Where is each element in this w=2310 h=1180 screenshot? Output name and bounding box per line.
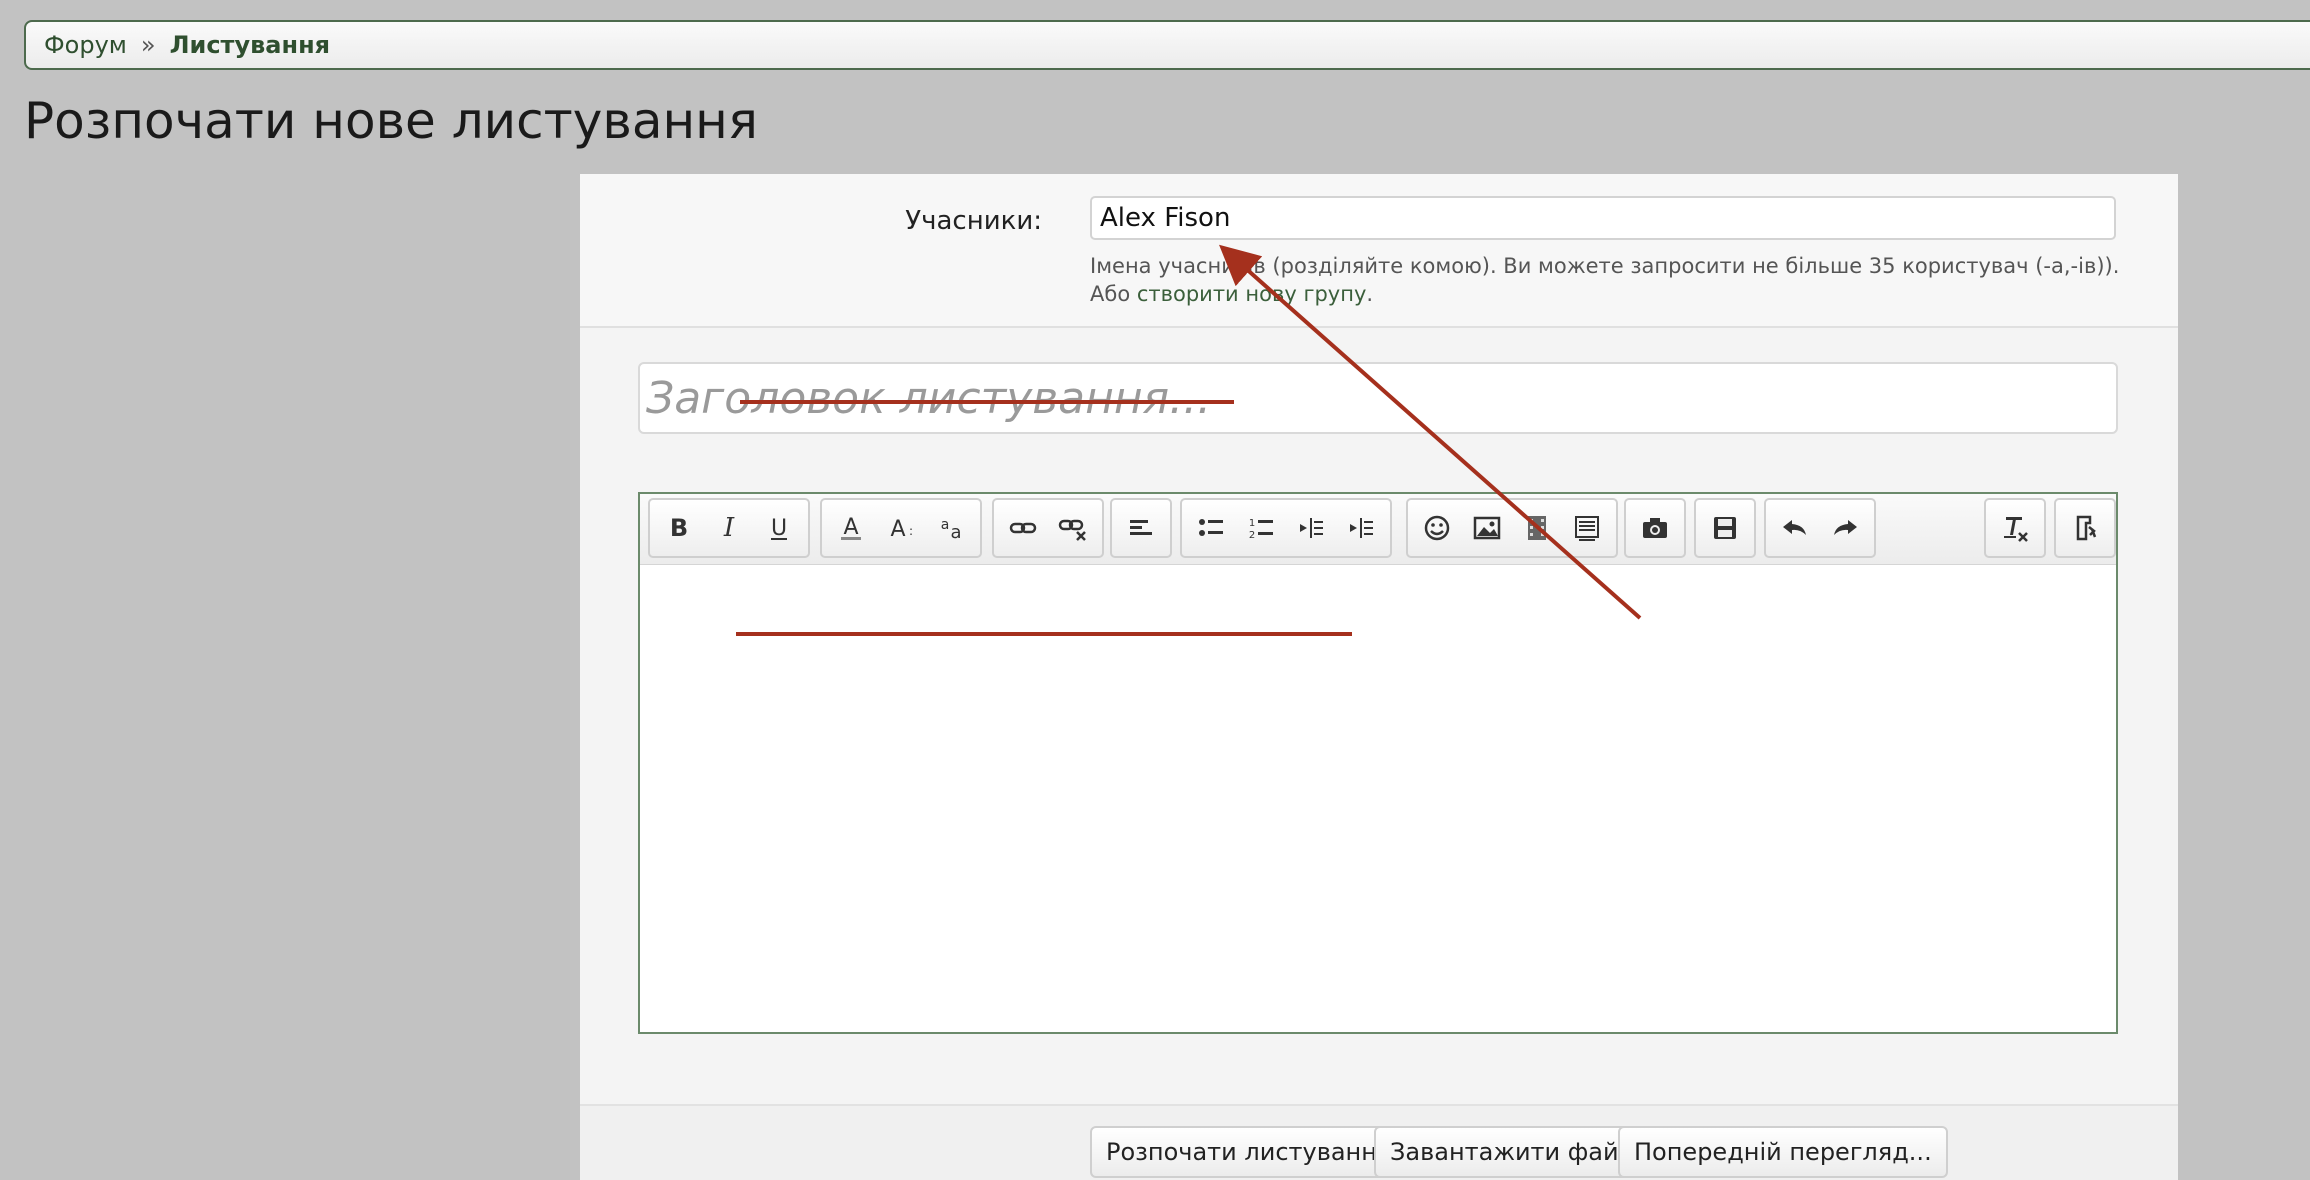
participants-row: Учасники: Імена учасників (розділяйте ко…: [580, 174, 2178, 328]
message-editor: B I U A A: aa 12: [638, 492, 2118, 1034]
indent-icon[interactable]: [1336, 503, 1386, 553]
conversation-form: Учасники: Імена учасників (розділяйте ко…: [580, 174, 2178, 1180]
svg-text:A: A: [890, 517, 905, 542]
svg-text:a: a: [941, 517, 950, 533]
toolbar-group-source: [2054, 498, 2116, 558]
svg-text:2: 2: [1249, 530, 1255, 541]
toolbar-group-history: [1764, 498, 1876, 558]
smiley-icon[interactable]: [1412, 503, 1462, 553]
svg-text:I: I: [723, 513, 735, 543]
page-title: Розпочати нове листування: [24, 92, 758, 150]
toolbar-group-link: [992, 498, 1104, 558]
message-content-area[interactable]: [640, 565, 2116, 1032]
quote-icon[interactable]: [1562, 503, 1612, 553]
toggle-bbcode-icon[interactable]: [2060, 503, 2110, 553]
outdent-icon[interactable]: [1286, 503, 1336, 553]
italic-icon[interactable]: I: [704, 503, 754, 553]
text-color-icon[interactable]: A: [826, 503, 876, 553]
svg-text:B: B: [670, 514, 688, 542]
form-actions: Розпочати листування Завантажити файл По…: [580, 1104, 2178, 1180]
participants-label: Учасники:: [905, 206, 1042, 236]
toolbar-group-font: A A: aa: [820, 498, 982, 558]
toolbar-group-insert: [1406, 498, 1618, 558]
svg-text::: :: [909, 524, 913, 538]
font-size-icon[interactable]: A:: [876, 503, 926, 553]
font-family-icon[interactable]: aa: [926, 503, 976, 553]
preview-button[interactable]: Попередній перегляд...: [1618, 1126, 1948, 1178]
breadcrumb-current[interactable]: Листування: [170, 31, 331, 59]
breadcrumb-forum-link[interactable]: Форум: [44, 31, 127, 59]
toolbar-group-list: 12: [1180, 498, 1392, 558]
participants-hint-end: .: [1366, 282, 1374, 306]
create-group-link[interactable]: створити нову групу: [1137, 282, 1367, 306]
unlink-icon[interactable]: [1048, 503, 1098, 553]
image-icon[interactable]: [1462, 503, 1512, 553]
conversation-title-input[interactable]: [638, 362, 2118, 434]
undo-icon[interactable]: [1770, 503, 1820, 553]
svg-text:1: 1: [1249, 518, 1255, 529]
bold-icon[interactable]: B: [654, 503, 704, 553]
svg-text:U: U: [771, 516, 787, 541]
svg-text:a: a: [950, 522, 961, 543]
bullet-list-icon[interactable]: [1186, 503, 1236, 553]
toolbar-group-basic: B I U: [648, 498, 810, 558]
numbered-list-icon[interactable]: 12: [1236, 503, 1286, 553]
editor-toolbar: B I U A A: aa 12: [640, 494, 2116, 565]
breadcrumb: Форум » Листування: [24, 20, 2310, 70]
svg-text:A: A: [843, 515, 858, 540]
start-conversation-button[interactable]: Розпочати листування: [1090, 1126, 1408, 1178]
toolbar-group-camera: [1624, 498, 1686, 558]
save-draft-icon[interactable]: [1700, 503, 1750, 553]
underline-icon[interactable]: U: [754, 503, 804, 553]
participants-hint: Імена учасників (розділяйте комою). Ви м…: [1090, 252, 2120, 308]
toolbar-group-format: [1984, 498, 2046, 558]
remove-format-icon[interactable]: [1990, 503, 2040, 553]
upload-file-button[interactable]: Завантажити файл: [1374, 1126, 1650, 1178]
toolbar-group-align: [1110, 498, 1172, 558]
media-icon[interactable]: [1512, 503, 1562, 553]
camera-icon[interactable]: [1630, 503, 1680, 553]
link-icon[interactable]: [998, 503, 1048, 553]
participants-input[interactable]: [1090, 196, 2116, 240]
breadcrumb-separator: »: [140, 31, 156, 59]
align-icon[interactable]: [1116, 503, 1166, 553]
redo-icon[interactable]: [1820, 503, 1870, 553]
toolbar-group-save: [1694, 498, 1756, 558]
